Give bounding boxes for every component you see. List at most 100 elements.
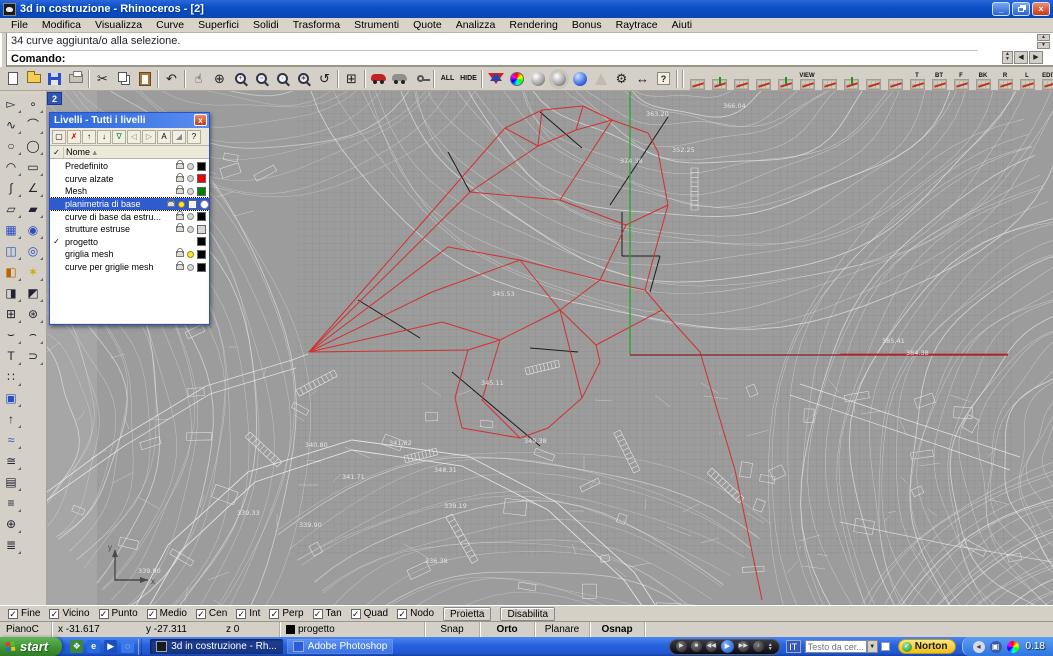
- media-button-2[interactable]: ◀◀: [706, 641, 717, 652]
- media-button-0[interactable]: ▶: [676, 641, 687, 652]
- layer-lock-icon[interactable]: [167, 201, 175, 207]
- menu-trasforma[interactable]: Trasforma: [286, 18, 347, 33]
- cone-icon[interactable]: [590, 68, 611, 89]
- pipe-tool[interactable]: ◎: [22, 240, 44, 261]
- search-option-box[interactable]: [881, 642, 890, 651]
- menu-curve[interactable]: Curve: [149, 18, 191, 33]
- fillet-tool[interactable]: ⌣: [0, 324, 22, 345]
- text-tool[interactable]: T: [0, 345, 22, 366]
- expand-button[interactable]: ▷: [142, 130, 156, 144]
- layer-row[interactable]: strutture estruse: [50, 223, 209, 236]
- tray-rollback-icon[interactable]: ◂: [973, 641, 985, 653]
- osnap-toggle-vicino[interactable]: ✓Vicino: [49, 608, 89, 619]
- layer-bulb-icon[interactable]: [187, 175, 194, 182]
- points-grid-tool[interactable]: ∷: [0, 366, 22, 387]
- cylinder-tool[interactable]: ◫: [0, 240, 22, 261]
- viewport-preset-icon-8[interactable]: [862, 68, 884, 90]
- polyline-tool[interactable]: ∠: [22, 177, 44, 198]
- filter-layers-button[interactable]: ∇: [112, 130, 126, 144]
- solid-tools[interactable]: ▣: [0, 387, 22, 408]
- rectangle-tool[interactable]: ▭: [22, 156, 44, 177]
- viewport-canvas[interactable]: 363.20366.04352.25374.38345.53345.11349.…: [47, 91, 1053, 605]
- layer-lock-icon[interactable]: [176, 176, 184, 182]
- viewport-preset-icon-7[interactable]: [840, 68, 862, 90]
- pan-icon[interactable]: ☝: [188, 68, 209, 89]
- menu-superfici[interactable]: Superfici: [191, 18, 246, 33]
- zoom-selected-icon[interactable]: ∙: [272, 68, 293, 89]
- layer-bulb-icon[interactable]: [187, 226, 194, 233]
- status-pane-orto[interactable]: Orto: [480, 622, 535, 638]
- array-tool[interactable]: ⊞: [0, 303, 22, 324]
- viewport-preset-icon-4[interactable]: [774, 68, 796, 90]
- osnap-toggle-quad[interactable]: ✓Quad: [351, 608, 388, 619]
- surface-tool[interactable]: ▱: [0, 198, 22, 219]
- object-list-tool[interactable]: ≣: [0, 534, 22, 555]
- cplane-field[interactable]: PianoC: [0, 622, 52, 638]
- osnap-toggle-fine[interactable]: ✓Fine: [8, 608, 40, 619]
- viewport-preset-t[interactable]: T: [906, 68, 928, 90]
- viewport-preset-icon-1[interactable]: [708, 68, 730, 90]
- viewport-preset-bk[interactable]: BK: [972, 68, 994, 90]
- command-prompt[interactable]: Comando:: [8, 50, 978, 66]
- sphere-tool[interactable]: ◉: [22, 219, 44, 240]
- rotate-view-icon[interactable]: ⊕: [209, 68, 230, 89]
- osnap-toggle-medio[interactable]: ✓Medio: [147, 608, 187, 619]
- layer-lock-icon[interactable]: [176, 264, 184, 270]
- viewport-preset-icon-3[interactable]: [752, 68, 774, 90]
- sort-button[interactable]: ◢: [172, 130, 186, 144]
- key-icon[interactable]: [410, 68, 431, 89]
- layer-color-swatch[interactable]: [197, 162, 206, 171]
- hide-icon[interactable]: HIDE: [458, 68, 479, 89]
- layer-bulb-icon[interactable]: [178, 201, 185, 208]
- osnap-toggle-int[interactable]: ✓Int: [236, 608, 260, 619]
- layers-panel-titlebar[interactable]: Livelli - Tutti i livelli x: [50, 113, 209, 128]
- layer-help-button[interactable]: ?: [187, 130, 201, 144]
- menu-file[interactable]: File: [4, 18, 35, 33]
- messenger-icon[interactable]: ◌: [121, 640, 134, 653]
- collapse-button[interactable]: ◁: [127, 130, 141, 144]
- undo-icon[interactable]: ↶: [161, 68, 182, 89]
- minimize-button[interactable]: _: [992, 2, 1010, 16]
- settings-gears-icon[interactable]: ⚙: [611, 68, 632, 89]
- layer-lock-icon[interactable]: [176, 226, 184, 232]
- menu-visualizza[interactable]: Visualizza: [88, 18, 149, 33]
- surface-corner-tool[interactable]: ▰: [22, 198, 44, 219]
- polar-array-tool[interactable]: ⊛: [22, 303, 44, 324]
- orient-tool[interactable]: ⊕: [0, 513, 22, 534]
- gray-car-icon[interactable]: [389, 68, 410, 89]
- media-button-1[interactable]: ■: [691, 641, 702, 652]
- norton-badge[interactable]: ✓ Norton: [898, 639, 956, 654]
- close-button[interactable]: ×: [1032, 2, 1050, 16]
- layer-row[interactable]: curve di base da estru...: [50, 210, 209, 223]
- delete-layer-button[interactable]: ✗: [67, 130, 81, 144]
- show-desktop-icon[interactable]: ❖: [70, 640, 83, 653]
- layer-row[interactable]: planimetria di base: [50, 198, 209, 211]
- layer-bulb-icon[interactable]: [187, 163, 194, 170]
- osnap-toggle-cen[interactable]: ✓Cen: [196, 608, 227, 619]
- curve-control-points-tool[interactable]: ∿: [0, 114, 22, 135]
- osnap-button-disabilita[interactable]: Disabilita: [500, 607, 555, 621]
- explode-tool[interactable]: ✶: [22, 261, 44, 282]
- menu-analizza[interactable]: Analizza: [449, 18, 503, 33]
- ellipse-tool[interactable]: ◯: [22, 135, 44, 156]
- menu-raytrace[interactable]: Raytrace: [609, 18, 665, 33]
- language-indicator[interactable]: IT: [786, 640, 801, 653]
- internet-explorer-icon[interactable]: e: [87, 640, 100, 653]
- shaded-sphere-icon[interactable]: [527, 68, 548, 89]
- trim-tool[interactable]: ◨: [0, 282, 22, 303]
- menu-modifica[interactable]: Modifica: [35, 18, 88, 33]
- search-input[interactable]: [805, 640, 867, 653]
- save-file-icon[interactable]: [44, 68, 65, 89]
- layer-row[interactable]: curve per griglie mesh: [50, 261, 209, 274]
- new-layer-button[interactable]: ▢: [52, 130, 66, 144]
- layer-bulb-icon[interactable]: [187, 264, 194, 271]
- layer-bulb-icon[interactable]: [187, 188, 194, 195]
- layer-lock-icon[interactable]: [176, 214, 184, 220]
- status-pane-osnap[interactable]: Osnap: [590, 622, 645, 638]
- media-button-5[interactable]: ♪: [753, 641, 764, 652]
- osnap-toggle-perp[interactable]: ✓Perp: [269, 608, 303, 619]
- layer-row[interactable]: griglia mesh: [50, 248, 209, 261]
- osnap-toggle-nodo[interactable]: ✓Nodo: [397, 608, 434, 619]
- layer-row[interactable]: Mesh: [50, 185, 209, 198]
- help-icon[interactable]: ?: [653, 68, 674, 89]
